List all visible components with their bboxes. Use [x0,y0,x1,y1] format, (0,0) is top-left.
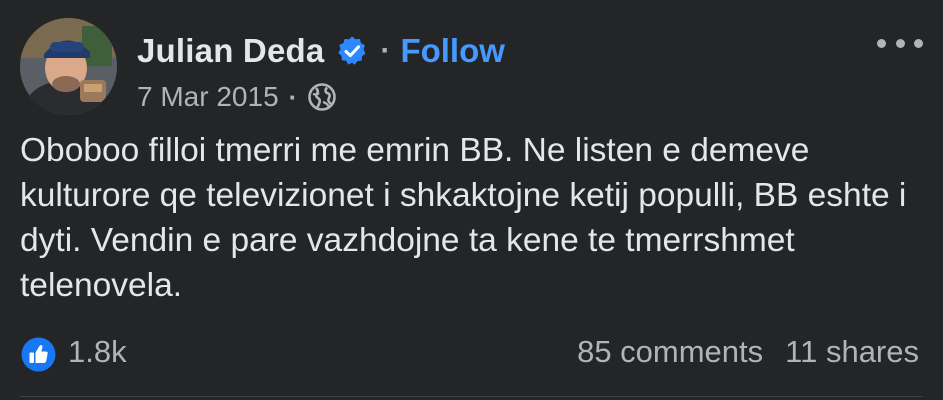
avatar[interactable] [20,18,117,115]
author-line: Julian Deda · Follow [137,28,505,74]
more-options-icon [877,38,886,48]
avatar-image [20,18,117,115]
author-name[interactable]: Julian Deda [137,32,324,70]
shares-count[interactable]: 11 shares [785,334,919,370]
post-text: Oboboo filloi tmerri me emrin BB. Ne lis… [20,132,907,304]
separator-dot: · [288,81,298,112]
post-stats: 85 comments 11 shares [577,334,919,370]
separator-dot: · [380,34,391,67]
comments-count[interactable]: 85 comments [577,334,763,370]
more-options-icon [895,38,905,48]
post-card: Julian Deda · Follow 7 Mar 2015 · Oboboo… [0,0,943,400]
post-footer: 1.8k 85 comments 11 shares [0,332,943,378]
globe-icon[interactable] [307,82,337,112]
divider [20,396,923,397]
like-icon[interactable] [21,337,56,372]
post-meta: 7 Mar 2015 · [137,80,337,114]
post-date[interactable]: 7 Mar 2015 [137,81,279,113]
post-header: Julian Deda · Follow 7 Mar 2015 · [0,0,943,120]
more-options-icon [914,38,923,48]
more-options-button[interactable] [877,30,923,56]
follow-button[interactable]: Follow [400,32,504,70]
reaction-count[interactable]: 1.8k [68,334,127,370]
verified-badge-icon [336,35,368,67]
